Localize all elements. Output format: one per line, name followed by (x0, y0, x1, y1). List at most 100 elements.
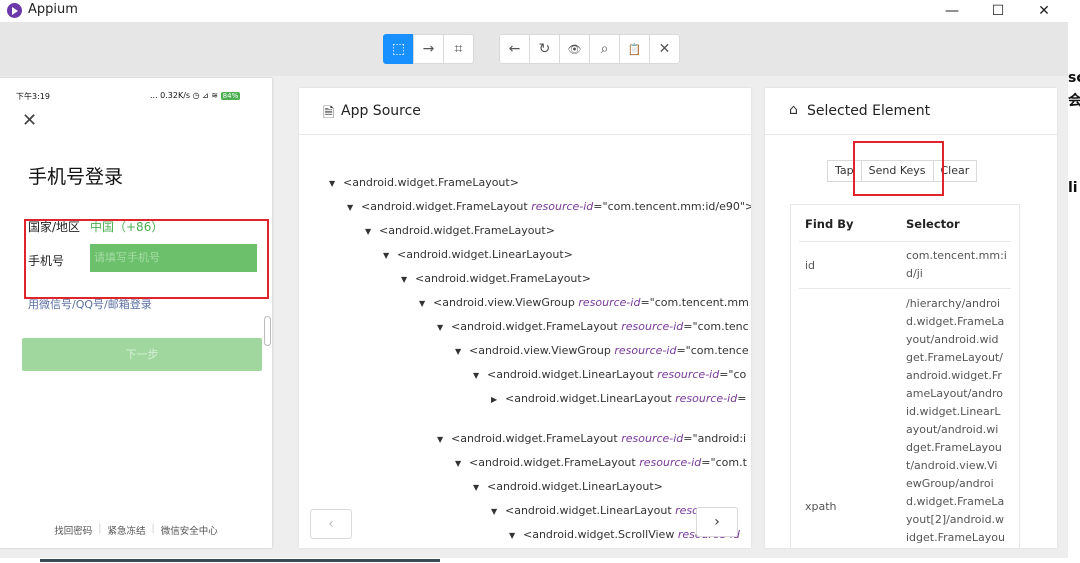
node-tag: <android.widget.LinearLayout (487, 368, 658, 381)
node-attribute-value: ="co (719, 368, 747, 381)
source-tree-node[interactable]: ▼ <android.widget.FrameLayout> (329, 176, 519, 189)
security-center-link[interactable]: 微信安全中心 (155, 523, 224, 537)
toolbar-group-interaction: ⬚ → ⌗ (383, 34, 474, 64)
maximize-button[interactable]: ☐ (975, 0, 1021, 22)
crosshair-icon: ⌗ (454, 41, 463, 57)
node-tag: <android.widget.FrameLayout (451, 320, 622, 333)
arrow-left-icon: ← (508, 41, 521, 57)
source-tree-node[interactable]: ▼ <android.widget.FrameLayout resource-id… (437, 320, 749, 333)
node-attribute-value: ="com.t (701, 456, 747, 469)
find-by-xpath: xpath (805, 500, 837, 513)
selected-element-panel: ⌂ Selected Element Tap Send Keys Clear F… (765, 88, 1057, 548)
close-icon: ✕ (658, 41, 671, 57)
next-button[interactable]: 下一步 (22, 338, 262, 371)
status-time: 下午3:19 (16, 92, 50, 101)
title-bar: Appium — ☐ ✕ (0, 0, 1068, 22)
swipe-button[interactable]: → (413, 34, 444, 64)
source-tree-node[interactable]: ▼ <android.widget.LinearLayout resource-i… (473, 368, 746, 381)
source-tree-node[interactable]: ▶ <android.widget.LinearLayout resource-i… (491, 392, 746, 405)
next-page-button[interactable]: › (696, 507, 738, 537)
node-attribute-name: resource-id (621, 432, 684, 445)
node-tag: <android.widget.FrameLayout> (379, 224, 555, 237)
node-attribute-name: resource-id (614, 344, 677, 357)
record-button[interactable]: 👁 (559, 34, 590, 64)
node-tag: <android.view.ViewGroup (433, 296, 579, 309)
node-attribute-name: resource-id (621, 320, 684, 333)
source-tree-node[interactable]: ▼ <android.widget.FrameLayout resource-id… (347, 200, 751, 213)
node-attribute-name: resource-id (675, 392, 738, 405)
search-icon: ⌕ (600, 41, 609, 57)
caret-down-icon[interactable]: ▼ (455, 347, 469, 356)
source-tree-node[interactable]: ▼ <android.widget.LinearLayout> (383, 248, 573, 261)
find-password-link[interactable]: 找回密码 (48, 523, 98, 537)
source-tree-node[interactable]: ▼ <android.widget.FrameLayout> (401, 272, 591, 285)
scroll-handle (264, 316, 271, 346)
node-tag: <android.view.ViewGroup (469, 344, 615, 357)
node-attribute-value: ="com.tencent.mm:id/e90"> (593, 200, 751, 213)
copy-xml-button[interactable]: 📋 (619, 34, 650, 64)
caret-down-icon[interactable]: ▼ (419, 299, 433, 308)
source-tree-node[interactable]: ▼ <android.widget.LinearLayout> (473, 480, 663, 493)
source-tree: ▼ <android.widget.FrameLayout> ▼ <android.w… (299, 88, 751, 548)
source-tree-node[interactable]: ▼ <android.widget.FrameLayout resource-id… (437, 432, 746, 445)
caret-down-icon[interactable]: ▼ (509, 531, 523, 540)
login-title: 手机号登录 (28, 166, 124, 188)
selector-xpath-value[interactable]: /hierarchy/androi d.widget.FrameLa yout/… (906, 295, 1006, 547)
node-attribute-name: resource-id (639, 456, 702, 469)
node-tag: <android.widget.FrameLayout (469, 456, 640, 469)
source-tree-node[interactable]: ▼ <android.view.ViewGroup resource-id="co… (455, 344, 749, 357)
caret-down-icon[interactable]: ▼ (437, 323, 451, 332)
source-tree-node[interactable]: ▼ <android.widget.FrameLayout resource-id… (455, 456, 747, 469)
caret-down-icon[interactable]: ▼ (473, 483, 487, 492)
find-by-header: Find By (805, 217, 854, 231)
search-button[interactable]: ⌕ (589, 34, 620, 64)
arrow-right-icon: → (422, 41, 435, 57)
selected-element-title: Selected Element (807, 103, 931, 119)
tag-icon: ⌂ (789, 102, 798, 118)
select-cursor-icon: ⬚ (391, 41, 406, 57)
node-tag: <android.widget.LinearLayout> (397, 248, 573, 261)
source-tree-node[interactable]: ▼ <android.widget.LinearLayout resou (491, 504, 706, 517)
refresh-icon: ↻ (538, 41, 551, 57)
caret-down-icon[interactable]: ▼ (473, 371, 487, 380)
caret-right-icon[interactable]: ▶ (491, 395, 505, 404)
tap-coordinates-button[interactable]: ⌗ (443, 34, 474, 64)
quit-session-button[interactable]: ✕ (649, 34, 680, 64)
selector-table: Find By Selector id com.tencent.mm:i d/j… (790, 204, 1020, 548)
emergency-freeze-link[interactable]: 紧急冻结 (101, 523, 151, 537)
source-tree-node[interactable]: ▼ <android.widget.FrameLayout> (365, 224, 555, 237)
caret-down-icon[interactable]: ▼ (437, 435, 451, 444)
caret-down-icon[interactable]: ▼ (329, 179, 343, 188)
caret-down-icon[interactable]: ▼ (401, 275, 415, 284)
device-screenshot[interactable]: 下午3:19 ... 0.32K/s ◷ ⊿ ≋ 84% ✕ 手机号登录 国家/… (0, 78, 272, 548)
taskbar-edge (0, 558, 1080, 563)
selected-element-header: ⌂ Selected Element (765, 88, 1057, 135)
caret-down-icon[interactable]: ▼ (491, 507, 505, 516)
footer-links: 找回密码 | 紧急冻结 | 微信安全中心 (0, 523, 272, 537)
caret-down-icon[interactable]: ▼ (455, 459, 469, 468)
node-attribute-value: ="com.tence (676, 344, 749, 357)
app-title: Appium (28, 2, 78, 17)
node-tag: <android.widget.ScrollView (523, 528, 678, 541)
node-attribute-value: ="com.tenc (683, 320, 749, 333)
status-icons: ... 0.32K/s ◷ ⊿ ≋ 84% (150, 91, 241, 100)
caret-down-icon[interactable]: ▼ (383, 251, 397, 260)
close-icon[interactable]: ✕ (22, 110, 37, 131)
node-tag: <android.widget.LinearLayout (505, 504, 676, 517)
source-tree-node[interactable]: ▼ <android.view.ViewGroup resource-id="co… (419, 296, 749, 309)
back-button[interactable]: ← (499, 34, 530, 64)
highlight-box (24, 219, 269, 299)
node-attribute-value: = (737, 392, 747, 405)
close-window-button[interactable]: ✕ (1021, 0, 1067, 22)
node-tag: <android.widget.LinearLayout (505, 392, 676, 405)
selector-id-value[interactable]: com.tencent.mm:i d/ji (906, 247, 1007, 283)
select-elements-button[interactable]: ⬚ (383, 34, 414, 64)
refresh-button[interactable]: ↻ (529, 34, 560, 64)
alt-login-link[interactable]: 用微信号/QQ号/邮箱登录 (28, 296, 152, 312)
prev-page-button[interactable]: ‹ (310, 509, 352, 539)
minimize-button[interactable]: — (929, 0, 975, 22)
appium-logo-icon (7, 3, 22, 18)
caret-down-icon[interactable]: ▼ (347, 203, 361, 212)
battery-icon: 84% (220, 92, 241, 100)
caret-down-icon[interactable]: ▼ (365, 227, 379, 236)
